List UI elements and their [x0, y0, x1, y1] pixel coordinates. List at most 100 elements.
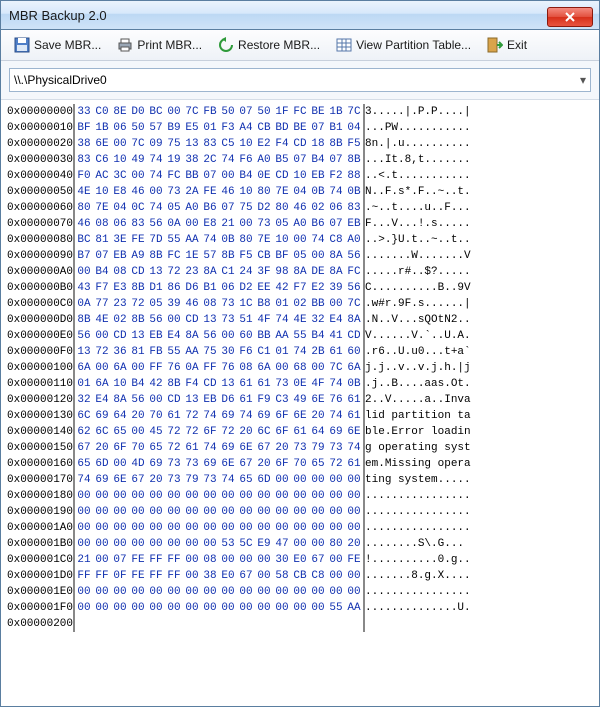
restore-icon [218, 37, 234, 53]
window-title: MBR Backup 2.0 [9, 8, 547, 23]
hex-row: 0x00000090B707EBA98BFC1E578BF5CBBF05008A… [7, 248, 471, 264]
view-partition-table-label: View Partition Table... [356, 38, 471, 52]
hex-address: 0x00000040 [7, 168, 74, 184]
hex-row: 0x00000060807E040C7405A0B60775D280460206… [7, 200, 471, 216]
hex-bytes: BC813EFE7D55AA740B807E100074C8A0 [74, 232, 364, 248]
hex-row: 0x000001B00000000000000000535CE947000080… [7, 536, 471, 552]
hex-bytes: 000000000000000000000000000055AA [74, 600, 364, 616]
hex-ascii: ..>.}U.t..~..t.. [364, 232, 471, 248]
hex-ascii: g operating syst [364, 440, 471, 456]
hex-address: 0x00000050 [7, 184, 74, 200]
hex-address: 0x00000170 [7, 472, 74, 488]
drive-select[interactable]: \\.\PhysicalDrive0 ▾ [9, 68, 591, 92]
hex-row: 0x00000080BC813EFE7D55AA740B807E100074C8… [7, 232, 471, 248]
hex-ascii: ........S\.G... [364, 536, 471, 552]
exit-label: Exit [507, 38, 527, 52]
toolbar: Save MBR... Print MBR... Restore MBR... … [1, 30, 599, 61]
hex-bytes: 0000000000000000535CE94700008020 [74, 536, 364, 552]
exit-button[interactable]: Exit [480, 33, 534, 57]
hex-row: 0x00000140626C65004572726F72206C6F616469… [7, 424, 471, 440]
hex-address: 0x00000200 [7, 616, 74, 632]
hex-ascii: 8n.|.u.......... [364, 136, 471, 152]
hex-address: 0x000001F0 [7, 600, 74, 616]
floppy-icon [14, 37, 30, 53]
hex-address: 0x00000120 [7, 392, 74, 408]
hex-ascii: ................ [364, 520, 471, 536]
hex-row: 0x00000020386E007C09751383C510E2F4CD188B… [7, 136, 471, 152]
hex-bytes: 00000000000000000000000000000000 [74, 520, 364, 536]
hex-row: 0x000001A0000000000000000000000000000000… [7, 520, 471, 536]
hex-address: 0x00000110 [7, 376, 74, 392]
hex-row: 0x0000003083C610497419382C74F6A0B507B407… [7, 152, 471, 168]
hex-row: 0x00000200 [7, 616, 471, 632]
hex-row: 0x00000180000000000000000000000000000000… [7, 488, 471, 504]
hex-ascii: .r6..U.u0...t+a` [364, 344, 471, 360]
hex-address: 0x000000A0 [7, 264, 74, 280]
hex-bytes: 00000000000000000000000000000000 [74, 488, 364, 504]
hex-row: 0x000001306C696420706172746974696F6E2074… [7, 408, 471, 424]
hex-row: 0x0000012032E48A5600CD13EBD661F9C3496E76… [7, 392, 471, 408]
hex-ascii: .j..B....aas.Ot. [364, 376, 471, 392]
hex-address: 0x000001A0 [7, 520, 74, 536]
hex-address: 0x00000090 [7, 248, 74, 264]
hex-ascii: .N..V...sQOtN2.. [364, 312, 471, 328]
hex-ascii: ting system..... [364, 472, 471, 488]
save-mbr-label: Save MBR... [34, 38, 101, 52]
hex-ascii [364, 616, 471, 632]
print-mbr-label: Print MBR... [137, 38, 202, 52]
hex-address: 0x00000020 [7, 136, 74, 152]
exit-icon [487, 37, 503, 53]
hex-address: 0x00000080 [7, 232, 74, 248]
hex-address: 0x000001E0 [7, 584, 74, 600]
hex-address: 0x00000060 [7, 200, 74, 216]
hex-row: 0x0000000033C08ED0BC007CFB5007501FFCBE1B… [7, 104, 471, 120]
hex-row: 0x0000015067206F7065726174696E6720737973… [7, 440, 471, 456]
close-button[interactable] [547, 7, 593, 27]
hex-ascii: C..........B..9V [364, 280, 471, 296]
hex-ascii: ................ [364, 504, 471, 520]
hex-row: 0x00000040F0AC3C0074FCBB0700B40ECD10EBF2… [7, 168, 471, 184]
hex-row: 0x000001D0FFFF0FFEFFFF0038E0670058CBC800… [7, 568, 471, 584]
hex-ascii: ..<.t........... [364, 168, 471, 184]
hex-bytes: 016A10B4428BF4CD136161730E4F740B [74, 376, 364, 392]
hex-row: 0x000000504E10E84600732AFE4610807E040B74… [7, 184, 471, 200]
hex-address: 0x00000000 [7, 104, 74, 120]
hex-bytes: 74696E672073797374656D0000000000 [74, 472, 364, 488]
hex-table: 0x0000000033C08ED0BC007CFB5007501FFCBE1B… [7, 104, 471, 632]
hex-row: 0x000001E0000000000000000000000000000000… [7, 584, 471, 600]
hex-row: 0x00000160656D004D697373696E67206F706572… [7, 456, 471, 472]
hex-row: 0x00000010BF1B065057B9E501F3A4CBBDBE07B1… [7, 120, 471, 136]
print-mbr-button[interactable]: Print MBR... [110, 33, 209, 57]
hex-address: 0x00000130 [7, 408, 74, 424]
hex-row: 0x000000F013723681FB55AA7530F6C101742B61… [7, 344, 471, 360]
hex-address: 0x00000160 [7, 456, 74, 472]
hex-ascii: 3.....|.P.P....| [364, 104, 471, 120]
save-mbr-button[interactable]: Save MBR... [7, 33, 108, 57]
hex-ascii: .~..t....u..F... [364, 200, 471, 216]
restore-mbr-button[interactable]: Restore MBR... [211, 33, 327, 57]
printer-icon [117, 37, 133, 53]
hex-ascii: ...It.8,t....... [364, 152, 471, 168]
hex-row: 0x0000017074696E672073797374656D00000000… [7, 472, 471, 488]
hex-address: 0x000000E0 [7, 328, 74, 344]
hex-address: 0x00000180 [7, 488, 74, 504]
hex-ascii: N..F.s*.F..~..t. [364, 184, 471, 200]
view-partition-table-button[interactable]: View Partition Table... [329, 33, 478, 57]
hex-address: 0x000000B0 [7, 280, 74, 296]
hex-ascii: 2..V.....a..Inva [364, 392, 471, 408]
hex-bytes: 6C696420706172746974696F6E207461 [74, 408, 364, 424]
hex-address: 0x00000010 [7, 120, 74, 136]
hex-view[interactable]: 0x0000000033C08ED0BC007CFB5007501FFCBE1B… [1, 100, 599, 706]
hex-address: 0x000000C0 [7, 296, 74, 312]
hex-bytes: 32E48A5600CD13EBD661F9C3496E7661 [74, 392, 364, 408]
hex-bytes: 67206F7065726174696E672073797374 [74, 440, 364, 456]
hex-row: 0x000000A000B408CD1372238AC1243F988ADE8A… [7, 264, 471, 280]
hex-row: 0x00000110016A10B4428BF4CD136161730E4F74… [7, 376, 471, 392]
hex-bytes: 8B4E028B5600CD1373514F744E32E48A [74, 312, 364, 328]
hex-ascii: .......W.......V [364, 248, 471, 264]
drive-select-bar: \\.\PhysicalDrive0 ▾ [1, 61, 599, 100]
hex-ascii: F...V...!.s..... [364, 216, 471, 232]
restore-mbr-label: Restore MBR... [238, 38, 320, 52]
hex-bytes: BF1B065057B9E501F3A4CBBDBE07B104 [74, 120, 364, 136]
hex-row: 0x000001C0210007FEFFFF000800000030E06700… [7, 552, 471, 568]
